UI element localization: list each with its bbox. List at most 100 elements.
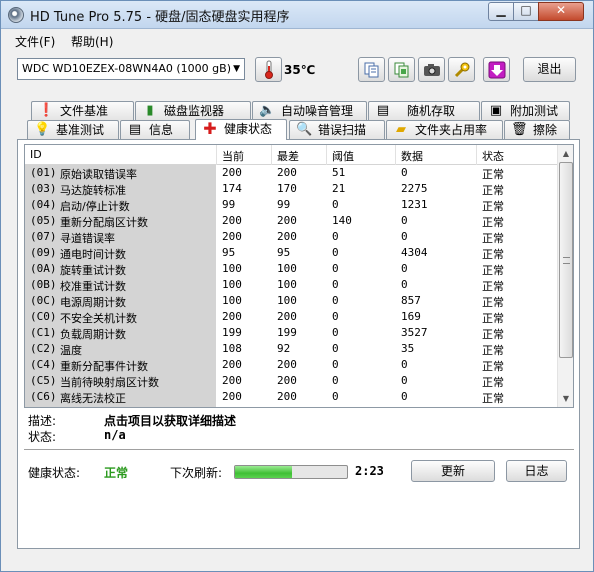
cell-name: 校准重试计数 (60, 280, 126, 293)
minimize-icon: ▁ (496, 3, 506, 17)
cell-data: 857 (401, 294, 421, 307)
cell-id: (C2) (30, 342, 57, 355)
refresh-progress-fill (235, 466, 293, 478)
drive-select-value: WDC WD10EZEX-08WN4A0 (1000 gB) (22, 62, 231, 75)
column-divider (326, 145, 327, 165)
menu-help[interactable]: 帮助(H) (71, 33, 113, 50)
tab-aam[interactable]: 🔈 自动噪音管理 (252, 101, 367, 120)
cell-data: 0 (401, 214, 408, 227)
document-icon: ▤ (376, 103, 390, 118)
cell-status: 正常 (482, 344, 504, 357)
cell-name: 启动/停止计数 (60, 200, 130, 213)
options-button[interactable] (448, 57, 475, 82)
cell-status: 正常 (482, 248, 504, 261)
tab-file-benchmark[interactable]: ❗ 文件基准 (31, 101, 134, 120)
table-row[interactable]: (04) 启动/停止计数 99 99 0 1231 正常 (25, 197, 557, 213)
table-scrollbar[interactable]: ▲ ▼ (557, 145, 573, 407)
description-value: 点击项目以获取详细描述 (104, 414, 237, 428)
tab-info[interactable]: ▤ 信息 (120, 120, 190, 139)
cell-threshold: 0 (332, 198, 339, 211)
table-row[interactable]: (C1) 负载周期计数 199 199 0 3527 正常 (25, 325, 557, 341)
menu-file[interactable]: 文件(F) (15, 33, 55, 50)
tab-benchmark[interactable]: 💡 基准测试 (27, 120, 119, 139)
cell-threshold: 0 (332, 262, 339, 275)
table-row[interactable]: (01) 原始读取错误率 200 200 51 0 正常 (25, 165, 557, 181)
cell-id: (03) (30, 182, 57, 195)
table-row[interactable]: (0C) 电源周期计数 100 100 0 857 正常 (25, 293, 557, 309)
tab-folder-usage[interactable]: ▰ 文件夹占用率 (386, 120, 503, 139)
log-button[interactable]: 日志 (506, 460, 567, 482)
cell-current: 99 (222, 198, 236, 211)
scroll-thumb[interactable] (559, 162, 573, 358)
table-row[interactable]: (C2) 温度 108 92 0 35 正常 (25, 341, 557, 357)
maximize-button[interactable]: □ (513, 2, 539, 21)
bar-chart-icon: ▮ (146, 103, 154, 118)
magnifier-icon: 🔍 (296, 122, 313, 137)
tab-error-scan[interactable]: 🔍 错误扫描 (289, 120, 385, 139)
update-button[interactable]: 更新 (411, 460, 495, 482)
temperature-button[interactable] (255, 57, 282, 82)
smart-table[interactable]: ID 当前 最差 阈值 数据 状态 (01) 原始读取错误率 200 200 51 0 正常… (24, 144, 574, 408)
table-row[interactable]: (0B) 校准重试计数 100 100 0 0 正常 (25, 277, 557, 293)
grip-icon (563, 257, 570, 264)
scroll-up-arrow-icon[interactable]: ▲ (558, 145, 573, 162)
col-header-threshold[interactable]: 阈值 (332, 148, 354, 164)
toolbar: WDC WD10EZEX-08WN4A0 (1000 gB) ▼ 35℃ 退出 (1, 53, 593, 89)
table-row[interactable]: (05) 重新分配扇区计数 200 200 140 0 正常 (25, 213, 557, 229)
cell-worst: 100 (277, 278, 297, 291)
cell-status: 正常 (482, 200, 504, 213)
col-header-worst[interactable]: 最差 (277, 148, 299, 164)
col-header-data[interactable]: 数据 (401, 148, 423, 164)
exit-button[interactable]: 退出 (523, 57, 576, 82)
tab-extra-tests[interactable]: ▣ 附加测试 (481, 101, 570, 120)
camera-icon (423, 64, 440, 76)
save-button[interactable] (483, 57, 510, 82)
cell-worst: 99 (277, 198, 291, 211)
cell-name: 重新分配扇区计数 (60, 216, 148, 229)
cell-current: 100 (222, 278, 242, 291)
folder-icon: ▰ (396, 122, 406, 137)
col-header-current[interactable]: 当前 (222, 148, 244, 164)
lightbulb-icon: 💡 (34, 122, 51, 137)
cell-worst: 200 (277, 214, 297, 227)
screenshot-button[interactable] (418, 57, 445, 82)
cell-name: 原始读取错误率 (60, 168, 137, 181)
tab-label: 自动噪音管理 (281, 104, 354, 118)
table-row[interactable]: (03) 马达旋转标准 174 170 21 2275 正常 (25, 181, 557, 197)
col-header-status[interactable]: 状态 (482, 148, 504, 164)
cell-data: 0 (401, 230, 408, 243)
cell-worst: 200 (277, 358, 297, 371)
minimize-button[interactable]: ▁ (488, 2, 514, 21)
cell-worst: 200 (277, 230, 297, 243)
cell-worst: 100 (277, 294, 297, 307)
chevron-down-icon: ▼ (233, 64, 240, 74)
table-row[interactable]: (C6) 离线无法校正 200 200 0 0 正常 (25, 389, 557, 405)
table-row[interactable]: (0A) 旋转重试计数 100 100 0 0 正常 (25, 261, 557, 277)
cell-threshold: 0 (332, 294, 339, 307)
cell-name: 通电时间计数 (60, 248, 126, 261)
copy-screenshot-button[interactable] (388, 57, 415, 82)
cell-data: 35 (401, 342, 415, 355)
tab-health[interactable]: ✚ 健康状态 (195, 119, 287, 140)
cell-threshold: 21 (332, 182, 346, 195)
cell-name: 负载周期计数 (60, 328, 126, 341)
table-row[interactable]: (C4) 重新分配事件计数 200 200 0 0 正常 (25, 357, 557, 373)
refresh-countdown: 2:23 (355, 464, 384, 478)
cell-status: 正常 (482, 296, 504, 309)
title-bar[interactable]: HD Tune Pro 5.75 - 硬盘/固态硬盘实用程序 ▁ □ ✕ (1, 1, 593, 29)
tab-erase[interactable]: 🗑 擦除 (504, 120, 570, 139)
scroll-down-arrow-icon[interactable]: ▼ (558, 390, 573, 407)
table-row[interactable]: (C5) 当前待映射扇区计数 200 200 0 0 正常 (25, 373, 557, 389)
tab-random-access[interactable]: ▤ 随机存取 (368, 101, 480, 120)
copy-text-button[interactable] (358, 57, 385, 82)
close-button[interactable]: ✕ (538, 2, 584, 21)
cell-data: 169 (401, 310, 421, 323)
copy-icon (364, 62, 378, 78)
table-row[interactable]: (07) 寻道错误率 200 200 0 0 正常 (25, 229, 557, 245)
table-row[interactable]: (C0) 不安全关机计数 200 200 0 169 正常 (25, 309, 557, 325)
table-row[interactable]: (09) 通电时间计数 95 95 0 4304 正常 (25, 245, 557, 261)
tab-disk-monitor[interactable]: ▮ 磁盘监视器 (135, 101, 251, 120)
tab-label: 信息 (149, 123, 174, 137)
drive-select[interactable]: WDC WD10EZEX-08WN4A0 (1000 gB) ▼ (17, 58, 245, 80)
col-header-id[interactable]: ID (30, 148, 42, 161)
